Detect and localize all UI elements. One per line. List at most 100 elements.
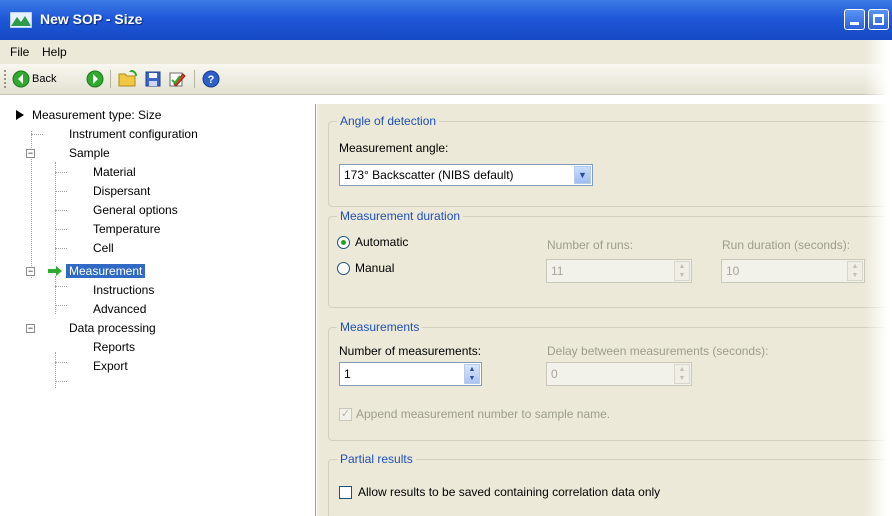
delay-label: Delay between measurements (seconds): (547, 344, 769, 358)
group-title: Measurements (337, 320, 423, 334)
automatic-label: Automatic (355, 235, 409, 249)
tree-line (55, 172, 67, 174)
back-label: Back (32, 73, 57, 85)
tree-item-instructions[interactable]: Instructions (93, 281, 154, 299)
measurement-angle-select[interactable]: 173° Backscatter (NIBS default) ▼ (339, 164, 593, 186)
automatic-radio[interactable] (337, 236, 350, 249)
help-question-icon: ? (202, 70, 220, 88)
tree-item-label: Instrument configuration (69, 127, 198, 141)
tree-item-material[interactable]: Material (93, 163, 136, 181)
toolbar-grip[interactable] (4, 70, 8, 88)
tree-item-label: Temperature (93, 222, 161, 236)
manual-label: Manual (355, 261, 395, 275)
collapse-icon[interactable]: − (26, 324, 35, 333)
tree-item-measurement[interactable]: − Measurement (26, 262, 146, 280)
current-arrow-icon (48, 266, 62, 276)
measurement-angle-label: Measurement angle: (339, 141, 449, 155)
tree-item-label: Cell (93, 241, 114, 255)
title-bar[interactable]: New SOP - Size (0, 0, 892, 40)
tree-item-general-options[interactable]: General options (93, 201, 178, 219)
measurements-group: Measurements Number of measurements: 1 ▲… (328, 320, 888, 441)
number-of-runs-label: Number of runs: (547, 238, 634, 252)
tree-item-label: Material (93, 165, 136, 179)
tree-item-temperature[interactable]: Temperature (93, 220, 160, 238)
tree-line (55, 381, 67, 383)
run-duration-value: 10 (726, 264, 740, 278)
app-logo-icon (10, 12, 32, 28)
tree-item-label: Sample (69, 146, 110, 160)
chevron-down-icon[interactable]: ▼ (574, 166, 591, 184)
tree-item-data-processing[interactable]: − Data processing (26, 319, 156, 337)
tree-item-reports[interactable]: Reports (93, 338, 135, 356)
minimize-button[interactable] (844, 9, 865, 30)
open-button[interactable] (118, 69, 138, 89)
tree-line (55, 191, 67, 193)
maximize-button[interactable] (868, 9, 889, 30)
delay-stepper[interactable]: 0 ▲ ▼ (546, 362, 692, 386)
radio-selected-dot (341, 240, 346, 245)
tree-line (55, 286, 67, 288)
sop-window: New SOP - Size File Help Back ? Measurem… (0, 0, 892, 516)
allow-partial-results-checkbox[interactable] (339, 486, 352, 499)
stepper-arrows-icon[interactable]: ▲ ▼ (847, 261, 863, 281)
angle-of-detection-group: Angle of detection Measurement angle: 17… (328, 114, 888, 207)
tree-item-sample[interactable]: − Sample (26, 144, 110, 162)
tree-line (55, 276, 57, 314)
svg-text:?: ? (208, 74, 215, 86)
number-of-runs-value: 11 (551, 264, 564, 278)
tree-line (55, 210, 67, 212)
manual-radio[interactable] (337, 262, 350, 275)
tree-item-cell[interactable]: Cell (93, 239, 114, 257)
toolbar: Back ? (0, 64, 892, 95)
back-arrow-icon (12, 70, 30, 88)
tree-line (55, 362, 67, 364)
tree-item-export[interactable]: Export (93, 357, 128, 375)
menu-help[interactable]: Help (42, 45, 67, 59)
append-number-label: Append measurement number to sample name… (356, 407, 611, 421)
edit-button[interactable] (168, 69, 186, 89)
number-of-measurements-stepper[interactable]: 1 ▲ ▼ (339, 362, 482, 386)
tree-item-instrument-configuration[interactable]: Instrument configuration (69, 125, 198, 143)
tree-item-advanced[interactable]: Advanced (93, 300, 146, 318)
number-of-runs-stepper[interactable]: 11 ▲ ▼ (546, 259, 692, 283)
help-button[interactable]: ? (202, 69, 220, 89)
menu-bar: File Help (0, 40, 892, 64)
measurement-angle-value: 173° Backscatter (NIBS default) (344, 168, 514, 182)
stepper-arrows-icon[interactable]: ▲ ▼ (464, 364, 480, 384)
delay-value: 0 (551, 367, 558, 381)
edit-pencil-icon (169, 72, 186, 87)
forward-button[interactable] (86, 69, 104, 89)
window-title: New SOP - Size (40, 11, 143, 27)
tree-line (55, 305, 67, 307)
back-button[interactable]: Back (12, 69, 56, 89)
run-duration-label: Run duration (seconds): (722, 238, 851, 252)
torn-edge-fade (864, 40, 892, 516)
menu-file[interactable]: File (10, 45, 29, 59)
tree-line (31, 134, 43, 136)
tree-item-label: Data processing (69, 321, 156, 335)
tree-item-label: Instructions (93, 283, 155, 297)
number-of-measurements-label: Number of measurements: (339, 344, 482, 358)
tree-item-label: Measurement type: Size (32, 108, 162, 122)
tree-line (55, 248, 67, 250)
tree-line (55, 229, 67, 231)
tree-item-label: General options (93, 203, 178, 217)
save-disk-icon (145, 71, 161, 87)
tree-item-label: Export (93, 359, 128, 373)
group-title: Angle of detection (337, 114, 440, 128)
run-duration-stepper[interactable]: 10 ▲ ▼ (721, 259, 865, 283)
play-triangle-icon (16, 110, 24, 120)
navigation-tree[interactable]: Measurement type: Size Instrument config… (6, 104, 316, 516)
stepper-arrows-icon[interactable]: ▲ ▼ (674, 364, 690, 384)
stepper-arrows-icon[interactable]: ▲ ▼ (674, 261, 690, 281)
partial-results-group: Partial results Allow results to be save… (328, 452, 888, 516)
tree-line (55, 162, 57, 262)
save-button[interactable] (144, 69, 162, 89)
measurement-duration-group: Measurement duration Automatic Manual Nu… (328, 209, 888, 308)
tree-item-label: Reports (93, 340, 136, 354)
append-number-checkbox[interactable]: ✓ (339, 408, 352, 421)
tree-item-dispersant[interactable]: Dispersant (93, 182, 150, 200)
collapse-icon[interactable]: − (26, 267, 35, 276)
collapse-icon[interactable]: − (26, 149, 35, 158)
tree-item-measurement-type[interactable]: Measurement type: Size (16, 106, 161, 124)
